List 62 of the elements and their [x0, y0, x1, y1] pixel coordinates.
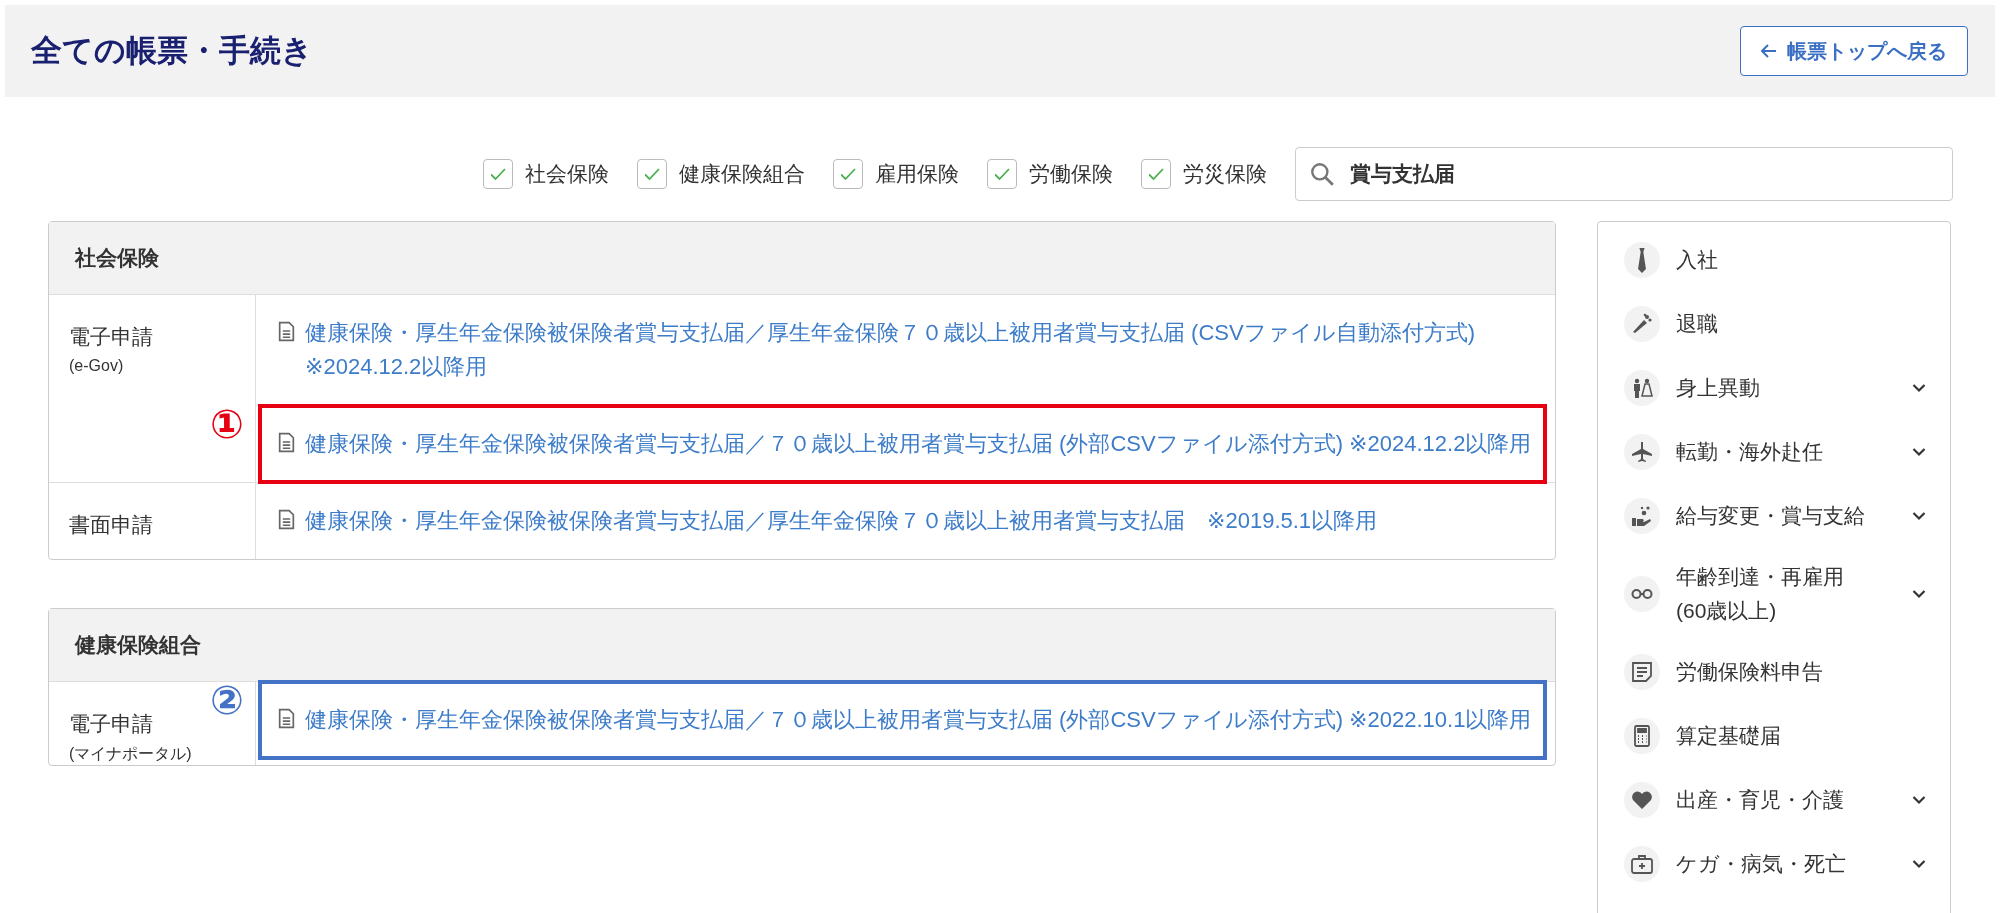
category-label: 出産・育児・介護: [1676, 787, 1845, 813]
form-link[interactable]: 健康保険・厚生年金保険被保険者賞与支払届／厚生年金保険７０歳以上被用者賞与支払届 ※2019.5.1以降用: [305, 504, 1378, 538]
back-button[interactable]: 帳票トップへ戻る: [1740, 26, 1968, 76]
category-label: 退職: [1676, 311, 1719, 337]
chevron-down-icon: [1912, 589, 1926, 599]
search-field[interactable]: 賞与支払届: [1295, 147, 1953, 201]
method-sublabel: (e-Gov): [69, 357, 125, 375]
chevron-down-icon: [1912, 511, 1926, 521]
method-label: 電子申請: [69, 711, 154, 737]
chevron-down-icon: [1912, 383, 1926, 393]
category-item[interactable]: 給与変更・賞与支給: [1598, 484, 1950, 548]
checkmark-icon: [994, 168, 1010, 180]
category-item[interactable]: 身上異動: [1598, 356, 1950, 420]
category-item[interactable]: ケガ・病気・死亡: [1598, 832, 1950, 896]
hand-coins-icon: [1630, 504, 1654, 528]
first-aid-kit-icon: [1630, 852, 1654, 876]
annotation-number: ①: [210, 402, 244, 446]
category-item[interactable]: 年齢到達・再雇用 (60歳以上): [1598, 548, 1950, 640]
category-item[interactable]: 入社: [1598, 228, 1950, 292]
checkmark-icon: [1148, 168, 1164, 180]
checkmark-icon: [490, 168, 506, 180]
category-item[interactable]: 退職: [1598, 292, 1950, 356]
document-icon: [278, 432, 295, 453]
document-icon: [1630, 660, 1654, 684]
checkmark-icon: [840, 168, 856, 180]
necktie-icon: [1638, 247, 1646, 273]
chevron-down-icon: [1912, 795, 1926, 805]
category-label: 算定基礎届: [1676, 723, 1782, 749]
chevron-down-icon: [1912, 859, 1926, 869]
arrow-left-icon: [1761, 44, 1777, 58]
category-label: 身上異動: [1676, 375, 1761, 401]
category-item[interactable]: 労働保険料申告: [1598, 640, 1950, 704]
category-label: 給与変更・賞与支給: [1676, 503, 1866, 529]
category-item[interactable]: 出産・育児・介護: [1598, 768, 1950, 832]
category-label: 労働保険料申告: [1676, 659, 1824, 685]
filter-checkbox[interactable]: 雇用保険: [833, 159, 959, 189]
category-item[interactable]: 算定基礎届: [1598, 704, 1950, 768]
category-label: ケガ・病気・死亡: [1676, 851, 1847, 877]
form-link[interactable]: 健康保険・厚生年金保険被保険者賞与支払届／厚生年金保険７０歳以上被用者賞与支払届 (CSVファイル自動添付方式) ※2024.12.2以降用: [305, 316, 1537, 384]
category-label: 入社: [1676, 247, 1719, 273]
checkmark-icon: [644, 168, 660, 180]
airplane-icon: [1630, 440, 1654, 464]
form-link[interactable]: 健康保険・厚生年金保険被保険者賞与支払届／７０歳以上被用者賞与支払届 (外部CSVファイル添付方式) ※2024.12.2以降用: [305, 427, 1532, 461]
form-link[interactable]: 健康保険・厚生年金保険被保険者賞与支払届／７０歳以上被用者賞与支払届 (外部CSVファイル添付方式) ※2022.10.1以降用: [305, 703, 1532, 737]
filter-checkbox[interactable]: 社会保険: [483, 159, 609, 189]
document-icon: [278, 321, 295, 342]
filter-checkbox[interactable]: 健康保険組合: [637, 159, 805, 189]
chevron-down-icon: [1912, 447, 1926, 457]
section-title: 社会保険: [49, 222, 1555, 295]
method-label: 電子申請: [69, 324, 154, 350]
document-icon: [278, 509, 295, 530]
category-label: 転勤・海外赴任: [1676, 439, 1824, 465]
filter-checkbox[interactable]: 労働保険: [987, 159, 1113, 189]
method-label: 書面申請: [69, 512, 154, 538]
filter-checkbox[interactable]: 労災保険: [1141, 159, 1267, 189]
method-sublabel: (マイナポータル): [69, 744, 193, 764]
page-title: 全ての帳票・手続き: [31, 32, 313, 70]
section-title: 健康保険組合: [49, 609, 1555, 682]
category-label: 年齢到達・再雇用 (60歳以上): [1676, 564, 1845, 624]
category-item[interactable]: 転勤・海外赴任: [1598, 420, 1950, 484]
document-icon: [278, 708, 295, 729]
search-icon: [1309, 161, 1335, 187]
